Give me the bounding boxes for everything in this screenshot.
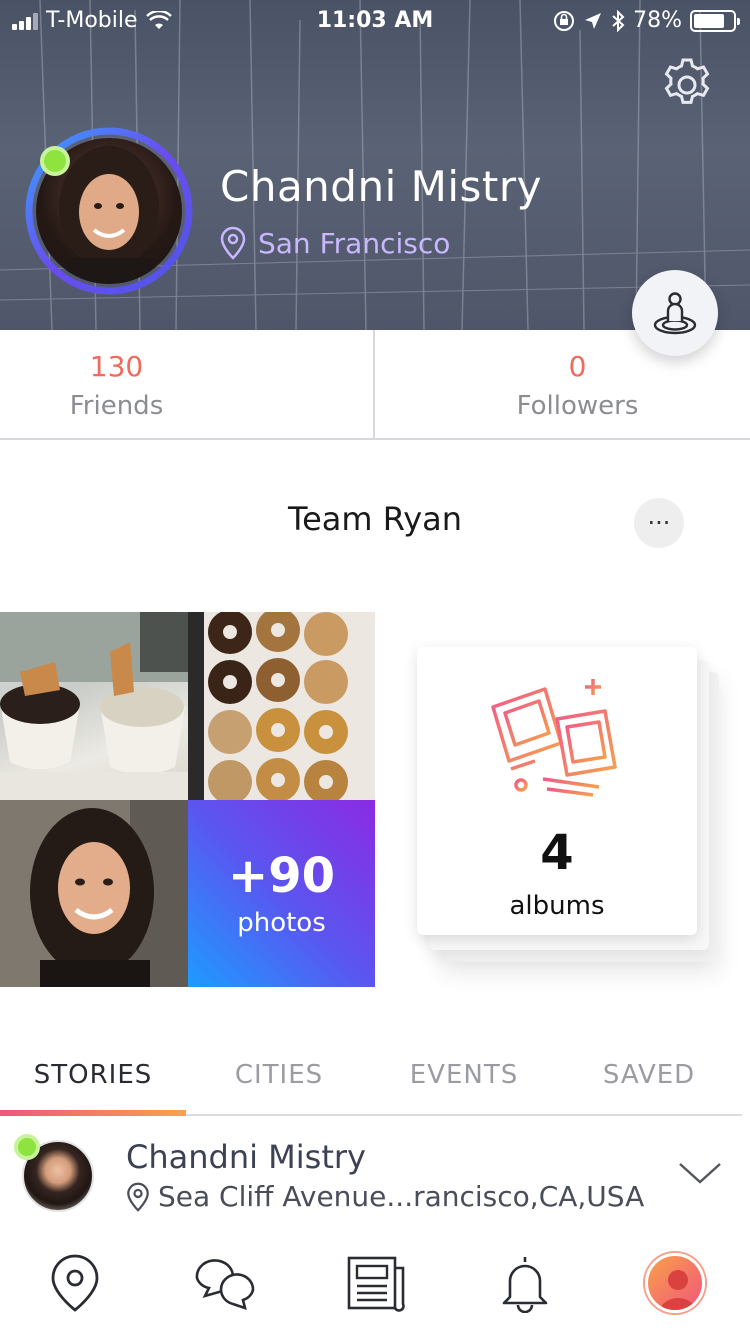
albums-count: 4	[540, 825, 574, 881]
friends-count: 130	[89, 350, 144, 383]
selfie-photo	[0, 800, 188, 987]
dessert-photo	[0, 612, 188, 800]
active-tab-indicator	[0, 1110, 186, 1116]
albums-label: albums	[509, 891, 605, 921]
photo-album-icon	[491, 679, 617, 797]
battery-percent: 78%	[633, 8, 682, 33]
tab-cities[interactable]: CITIES	[186, 1060, 372, 1090]
more-options-button[interactable]: ···	[634, 498, 684, 548]
bluetooth-icon	[612, 9, 625, 32]
profile-person-icon	[659, 1270, 697, 1310]
friends-label: Friends	[69, 391, 164, 421]
followers-count: 0	[568, 350, 587, 383]
location-pin-icon	[127, 1182, 149, 1212]
chat-bubbles-icon	[195, 1259, 255, 1310]
orientation-lock-icon	[554, 10, 575, 31]
nav-profile[interactable]	[640, 1248, 710, 1318]
albums-card[interactable]: 4 albums	[417, 647, 697, 935]
profile-header: T-Mobile 11:03 AM 78% Chandni Mistry San…	[0, 0, 750, 330]
story-online-dot	[14, 1134, 40, 1160]
bell-icon	[502, 1257, 548, 1313]
bottom-navigation	[0, 1234, 750, 1334]
location-arrow-icon	[585, 12, 602, 29]
photo-grid: +90 photos	[0, 612, 375, 987]
status-bar: T-Mobile 11:03 AM 78%	[0, 0, 750, 42]
profile-location: San Francisco	[220, 226, 450, 260]
photo-thumbnail-donuts[interactable]	[188, 612, 375, 800]
story-location: Sea Cliff Avenue...rancisco,CA,USA	[126, 1180, 644, 1213]
more-photos-label: photos	[237, 908, 326, 938]
donuts-photo	[188, 612, 375, 800]
settings-gear-icon[interactable]	[658, 56, 716, 114]
online-status-dot	[40, 146, 70, 176]
content-tabs: STORIES CITIES EVENTS SAVED	[0, 1040, 750, 1118]
map-view-button[interactable]	[632, 270, 718, 356]
nav-notifications[interactable]	[490, 1248, 560, 1318]
tab-events[interactable]: EVENTS	[371, 1060, 557, 1090]
person-on-map-icon	[653, 292, 697, 335]
more-photos-count: +90	[227, 848, 335, 904]
followers-label: Followers	[516, 391, 639, 421]
newspaper-icon	[347, 1256, 405, 1312]
profile-avatar-icon	[645, 1253, 705, 1313]
photo-thumbnail-selfie[interactable]	[0, 800, 188, 987]
nav-news[interactable]	[340, 1248, 410, 1318]
chevron-down-icon[interactable]	[678, 1160, 722, 1188]
photo-thumbnail-dessert[interactable]	[0, 612, 188, 800]
battery-icon	[690, 9, 740, 32]
profile-location-label: San Francisco	[258, 226, 451, 260]
map-pin-icon	[51, 1254, 99, 1312]
tab-stories[interactable]: STORIES	[0, 1060, 186, 1090]
profile-stats: 130 Friends 0 Followers	[0, 330, 750, 440]
story-location-label: Sea Cliff Avenue...rancisco,CA,USA	[158, 1180, 645, 1213]
location-pin-icon	[220, 226, 246, 260]
story-author-name[interactable]: Chandni Mistry	[126, 1138, 366, 1176]
friends-stat[interactable]: 130 Friends	[0, 330, 375, 438]
more-photos-tile[interactable]: +90 photos	[188, 800, 375, 987]
nav-map[interactable]	[40, 1248, 110, 1318]
nav-chats[interactable]	[190, 1248, 260, 1318]
profile-name: Chandni Mistry	[220, 162, 542, 211]
tab-saved[interactable]: SAVED	[556, 1060, 742, 1090]
